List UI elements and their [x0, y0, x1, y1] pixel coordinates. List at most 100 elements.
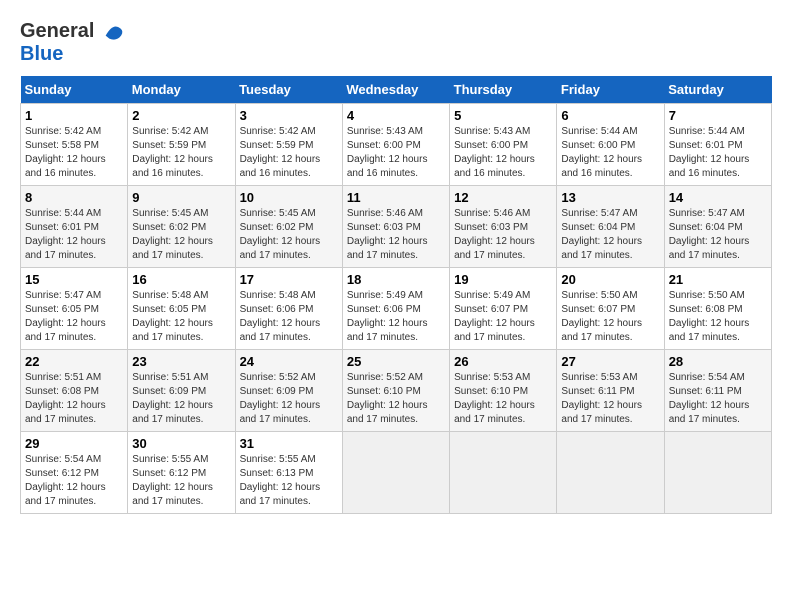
day-number: 10 [240, 190, 338, 205]
day-info: Sunrise: 5:49 AM Sunset: 6:06 PM Dayligh… [347, 289, 445, 345]
day-number: 1 [25, 108, 123, 123]
header-row: Sunday Monday Tuesday Wednesday Thursday… [21, 76, 772, 104]
day-number: 2 [132, 108, 230, 123]
col-thursday: Thursday [450, 76, 557, 104]
day-info: Sunrise: 5:44 AM Sunset: 6:00 PM Dayligh… [561, 125, 659, 181]
calendar-empty [342, 431, 449, 513]
day-number: 6 [561, 108, 659, 123]
logo-general: General [20, 20, 94, 42]
calendar-day-19: 19 Sunrise: 5:49 AM Sunset: 6:07 PM Dayl… [450, 267, 557, 349]
calendar-empty [664, 431, 771, 513]
calendar-day-2: 2 Sunrise: 5:42 AM Sunset: 5:59 PM Dayli… [128, 103, 235, 185]
calendar-day-9: 9 Sunrise: 5:45 AM Sunset: 6:02 PM Dayli… [128, 185, 235, 267]
day-number: 19 [454, 272, 552, 287]
day-number: 18 [347, 272, 445, 287]
day-number: 14 [669, 190, 767, 205]
calendar-day-14: 14 Sunrise: 5:47 AM Sunset: 6:04 PM Dayl… [664, 185, 771, 267]
day-number: 23 [132, 354, 230, 369]
day-number: 31 [240, 436, 338, 451]
col-sunday: Sunday [21, 76, 128, 104]
calendar-day-1: 1 Sunrise: 5:42 AM Sunset: 5:58 PM Dayli… [21, 103, 128, 185]
day-number: 17 [240, 272, 338, 287]
calendar-day-23: 23 Sunrise: 5:51 AM Sunset: 6:09 PM Dayl… [128, 349, 235, 431]
day-number: 3 [240, 108, 338, 123]
calendar-day-30: 30 Sunrise: 5:55 AM Sunset: 6:12 PM Dayl… [128, 431, 235, 513]
col-monday: Monday [128, 76, 235, 104]
day-info: Sunrise: 5:54 AM Sunset: 6:12 PM Dayligh… [25, 453, 123, 509]
day-info: Sunrise: 5:47 AM Sunset: 6:05 PM Dayligh… [25, 289, 123, 345]
page-header: General Blue [20, 20, 772, 66]
day-info: Sunrise: 5:44 AM Sunset: 6:01 PM Dayligh… [25, 207, 123, 263]
day-info: Sunrise: 5:45 AM Sunset: 6:02 PM Dayligh… [132, 207, 230, 263]
day-number: 28 [669, 354, 767, 369]
day-info: Sunrise: 5:54 AM Sunset: 6:11 PM Dayligh… [669, 371, 767, 427]
calendar-day-5: 5 Sunrise: 5:43 AM Sunset: 6:00 PM Dayli… [450, 103, 557, 185]
calendar-day-26: 26 Sunrise: 5:53 AM Sunset: 6:10 PM Dayl… [450, 349, 557, 431]
day-info: Sunrise: 5:50 AM Sunset: 6:07 PM Dayligh… [561, 289, 659, 345]
calendar-empty [450, 431, 557, 513]
day-info: Sunrise: 5:55 AM Sunset: 6:13 PM Dayligh… [240, 453, 338, 509]
calendar-day-24: 24 Sunrise: 5:52 AM Sunset: 6:09 PM Dayl… [235, 349, 342, 431]
calendar-day-7: 7 Sunrise: 5:44 AM Sunset: 6:01 PM Dayli… [664, 103, 771, 185]
day-info: Sunrise: 5:51 AM Sunset: 6:09 PM Dayligh… [132, 371, 230, 427]
day-info: Sunrise: 5:42 AM Sunset: 5:59 PM Dayligh… [240, 125, 338, 181]
day-number: 24 [240, 354, 338, 369]
day-number: 5 [454, 108, 552, 123]
col-friday: Friday [557, 76, 664, 104]
calendar-day-10: 10 Sunrise: 5:45 AM Sunset: 6:02 PM Dayl… [235, 185, 342, 267]
day-info: Sunrise: 5:52 AM Sunset: 6:09 PM Dayligh… [240, 371, 338, 427]
calendar-day-16: 16 Sunrise: 5:48 AM Sunset: 6:05 PM Dayl… [128, 267, 235, 349]
calendar-day-27: 27 Sunrise: 5:53 AM Sunset: 6:11 PM Dayl… [557, 349, 664, 431]
calendar-day-20: 20 Sunrise: 5:50 AM Sunset: 6:07 PM Dayl… [557, 267, 664, 349]
calendar-week-3: 15 Sunrise: 5:47 AM Sunset: 6:05 PM Dayl… [21, 267, 772, 349]
day-info: Sunrise: 5:52 AM Sunset: 6:10 PM Dayligh… [347, 371, 445, 427]
day-number: 26 [454, 354, 552, 369]
day-info: Sunrise: 5:53 AM Sunset: 6:11 PM Dayligh… [561, 371, 659, 427]
day-info: Sunrise: 5:46 AM Sunset: 6:03 PM Dayligh… [454, 207, 552, 263]
calendar-day-31: 31 Sunrise: 5:55 AM Sunset: 6:13 PM Dayl… [235, 431, 342, 513]
col-saturday: Saturday [664, 76, 771, 104]
day-number: 12 [454, 190, 552, 205]
day-info: Sunrise: 5:46 AM Sunset: 6:03 PM Dayligh… [347, 207, 445, 263]
calendar-day-17: 17 Sunrise: 5:48 AM Sunset: 6:06 PM Dayl… [235, 267, 342, 349]
day-number: 7 [669, 108, 767, 123]
logo: General Blue [20, 20, 124, 66]
calendar-empty [557, 431, 664, 513]
day-number: 8 [25, 190, 123, 205]
calendar-day-11: 11 Sunrise: 5:46 AM Sunset: 6:03 PM Dayl… [342, 185, 449, 267]
calendar-day-29: 29 Sunrise: 5:54 AM Sunset: 6:12 PM Dayl… [21, 431, 128, 513]
calendar-day-15: 15 Sunrise: 5:47 AM Sunset: 6:05 PM Dayl… [21, 267, 128, 349]
day-info: Sunrise: 5:53 AM Sunset: 6:10 PM Dayligh… [454, 371, 552, 427]
calendar-day-12: 12 Sunrise: 5:46 AM Sunset: 6:03 PM Dayl… [450, 185, 557, 267]
col-wednesday: Wednesday [342, 76, 449, 104]
day-number: 30 [132, 436, 230, 451]
calendar-day-22: 22 Sunrise: 5:51 AM Sunset: 6:08 PM Dayl… [21, 349, 128, 431]
logo-blue: Blue [20, 43, 124, 66]
calendar-day-3: 3 Sunrise: 5:42 AM Sunset: 5:59 PM Dayli… [235, 103, 342, 185]
day-number: 16 [132, 272, 230, 287]
day-number: 13 [561, 190, 659, 205]
calendar-week-1: 1 Sunrise: 5:42 AM Sunset: 5:58 PM Dayli… [21, 103, 772, 185]
calendar-week-4: 22 Sunrise: 5:51 AM Sunset: 6:08 PM Dayl… [21, 349, 772, 431]
day-number: 11 [347, 190, 445, 205]
calendar-week-5: 29 Sunrise: 5:54 AM Sunset: 6:12 PM Dayl… [21, 431, 772, 513]
day-number: 9 [132, 190, 230, 205]
day-number: 4 [347, 108, 445, 123]
day-info: Sunrise: 5:42 AM Sunset: 5:58 PM Dayligh… [25, 125, 123, 181]
day-number: 21 [669, 272, 767, 287]
col-tuesday: Tuesday [235, 76, 342, 104]
day-info: Sunrise: 5:50 AM Sunset: 6:08 PM Dayligh… [669, 289, 767, 345]
day-info: Sunrise: 5:49 AM Sunset: 6:07 PM Dayligh… [454, 289, 552, 345]
day-info: Sunrise: 5:51 AM Sunset: 6:08 PM Dayligh… [25, 371, 123, 427]
day-info: Sunrise: 5:42 AM Sunset: 5:59 PM Dayligh… [132, 125, 230, 181]
day-number: 20 [561, 272, 659, 287]
day-info: Sunrise: 5:48 AM Sunset: 6:05 PM Dayligh… [132, 289, 230, 345]
day-info: Sunrise: 5:44 AM Sunset: 6:01 PM Dayligh… [669, 125, 767, 181]
calendar-day-6: 6 Sunrise: 5:44 AM Sunset: 6:00 PM Dayli… [557, 103, 664, 185]
calendar-day-25: 25 Sunrise: 5:52 AM Sunset: 6:10 PM Dayl… [342, 349, 449, 431]
calendar-day-13: 13 Sunrise: 5:47 AM Sunset: 6:04 PM Dayl… [557, 185, 664, 267]
calendar-day-4: 4 Sunrise: 5:43 AM Sunset: 6:00 PM Dayli… [342, 103, 449, 185]
day-info: Sunrise: 5:43 AM Sunset: 6:00 PM Dayligh… [347, 125, 445, 181]
calendar-day-18: 18 Sunrise: 5:49 AM Sunset: 6:06 PM Dayl… [342, 267, 449, 349]
day-info: Sunrise: 5:47 AM Sunset: 6:04 PM Dayligh… [669, 207, 767, 263]
